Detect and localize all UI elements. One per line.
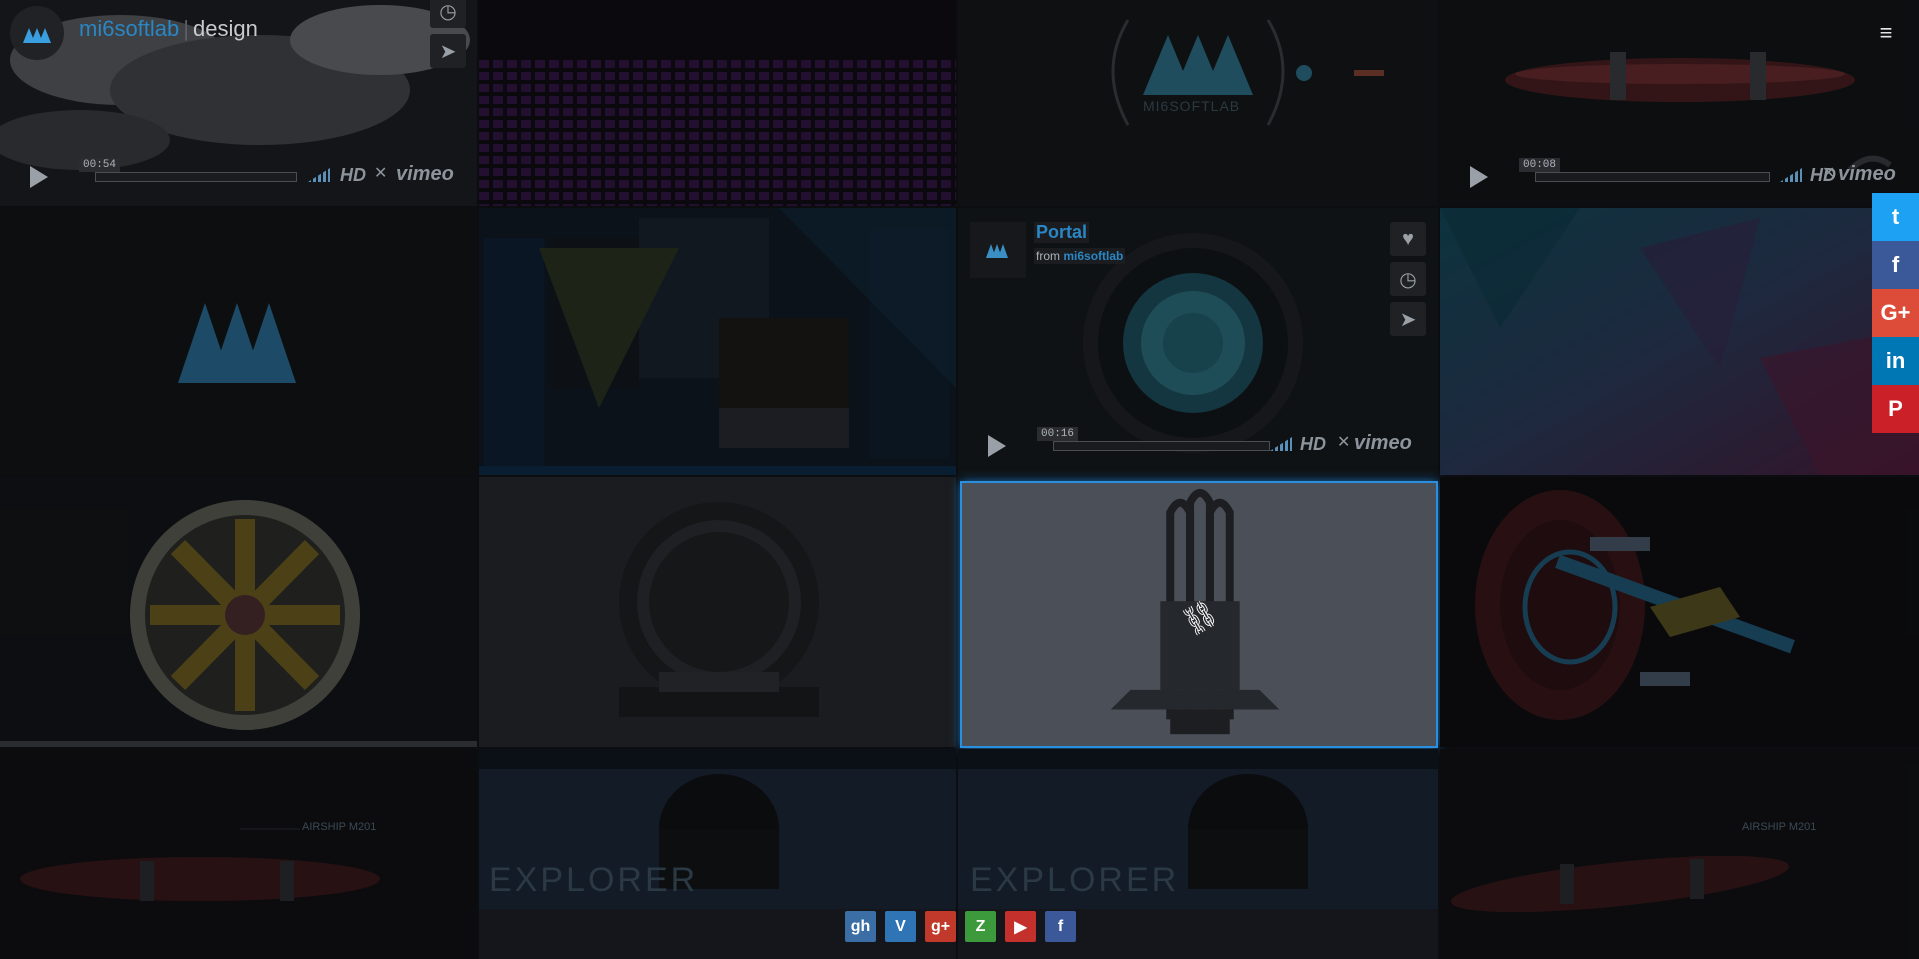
wheel-thumbnail	[0, 500, 477, 747]
play-icon-2[interactable]	[1470, 166, 1488, 188]
low-poly-thumbnail	[1440, 208, 1919, 475]
volume-icon-2[interactable]	[1780, 168, 1802, 182]
vimeo-logo[interactable]: vimeo	[396, 163, 454, 186]
airship-right-thumbnail	[1450, 855, 1790, 913]
footer-social-links: gh Vg+ Z ▶ f	[845, 911, 1076, 942]
video-tile-logo-intro[interactable]: MI6SOFTLAB	[958, 0, 1438, 206]
vimeo-logo-2[interactable]: vimeo	[1838, 163, 1896, 186]
google-plus-share-icon[interactable]: G+	[1872, 289, 1919, 337]
share-icon-2[interactable]: ➤	[1390, 302, 1426, 336]
airship-left-thumbnail	[20, 828, 380, 901]
video-byline: from mi6softlab	[1034, 248, 1126, 264]
image-tile-low-poly[interactable]	[1440, 208, 1919, 475]
from-label: from	[1036, 249, 1060, 263]
image-tile-spacecraft[interactable]	[1440, 477, 1919, 747]
portfolio-grid: 00:54 HD ✕ vimeo ◷ ➤ MI6SOFTLAB 00:08 HD…	[0, 0, 1919, 959]
image-tile-airship-left[interactable]: AIRSHIP M201	[0, 749, 477, 959]
watch-later-icon-2[interactable]: ◷	[1390, 262, 1426, 296]
fullscreen-icon[interactable]: ✕	[374, 163, 387, 183]
logo-thumbnail	[178, 303, 296, 383]
video-title[interactable]: Portal	[1034, 222, 1090, 243]
site-brand[interactable]: mi6softlab | design	[79, 16, 258, 42]
video-time: 00:54	[79, 158, 121, 172]
vimeo-icon[interactable]: V	[885, 911, 916, 942]
like-icon[interactable]: ♥	[1390, 222, 1426, 256]
video-controls: 00:54 HD ✕ vimeo	[0, 151, 477, 206]
video-tile-purple-grid[interactable]	[479, 0, 956, 206]
brand-section: design	[193, 16, 258, 41]
image-tile-airship-right[interactable]: AIRSHIP M201	[1440, 749, 1919, 959]
github-icon[interactable]: gh	[845, 911, 876, 942]
brand-separator: |	[183, 16, 189, 41]
image-tile-desktop-ui[interactable]	[479, 208, 956, 475]
play-icon[interactable]	[30, 166, 48, 188]
author-avatar[interactable]	[970, 222, 1026, 278]
volume-icon[interactable]	[308, 168, 330, 182]
video-time-2: 00:08	[1519, 158, 1561, 172]
video-controls-2: 00:08 HD ✕ vimeo	[1440, 151, 1919, 206]
image-tile-portal-frame[interactable]	[479, 477, 956, 747]
portal-frame-thumbnail	[619, 502, 819, 717]
watch-later-icon[interactable]: ◷	[430, 0, 466, 28]
explorer-label-1: EXPLORER	[489, 861, 699, 899]
model-label-2: AIRSHIP M201	[1742, 821, 1817, 833]
mi6softlab-logo-icon-header	[23, 28, 51, 43]
hd-label-3[interactable]: HD	[1300, 434, 1326, 455]
author-link[interactable]: mi6softlab	[1063, 249, 1123, 263]
video-controls-3: 00:16 HD ✕ vimeo	[958, 420, 1438, 475]
fullscreen-icon-2[interactable]: ✕	[1822, 163, 1835, 183]
progress-bar-2[interactable]	[1535, 172, 1770, 182]
play-icon-3[interactable]	[988, 435, 1006, 457]
site-logo[interactable]	[10, 6, 64, 60]
image-tile-wheel[interactable]	[0, 477, 477, 747]
youtube-icon[interactable]: ▶	[1005, 911, 1036, 942]
zerply-icon[interactable]: Z	[965, 911, 996, 942]
logo-text: MI6SOFTLAB	[1143, 98, 1241, 114]
video-tile-portal[interactable]: Portal from mi6softlab ♥ ◷ ➤ 00:16 HD ✕ …	[958, 208, 1438, 475]
desktop-ui-thumbnail	[479, 208, 956, 475]
google-plus-icon[interactable]: g+	[925, 911, 956, 942]
explorer-label-2: EXPLORER	[970, 861, 1180, 899]
hamburger-menu-icon[interactable]: ≡	[1874, 20, 1898, 46]
linkedin-share-icon[interactable]: in	[1872, 337, 1919, 385]
fullscreen-icon-3[interactable]: ✕	[1337, 432, 1350, 452]
spacecraft-thumbnail	[1475, 490, 1795, 720]
progress-bar[interactable]	[95, 172, 297, 182]
pinterest-share-icon[interactable]: P	[1872, 385, 1919, 433]
brand-name: mi6softlab	[79, 16, 180, 41]
twitter-share-icon[interactable]: t	[1872, 193, 1919, 241]
image-tile-portal-stand[interactable]: ⛓	[960, 481, 1438, 748]
vimeo-logo-3[interactable]: vimeo	[1354, 432, 1412, 455]
model-label: AIRSHIP M201	[302, 821, 377, 833]
hd-label[interactable]: HD	[340, 165, 366, 186]
facebook-share-icon[interactable]: f	[1872, 241, 1919, 289]
purple-cubes-thumbnail	[479, 0, 956, 206]
share-icon[interactable]: ➤	[430, 34, 466, 68]
mi6softlab-logo-icon	[986, 244, 1008, 258]
image-tile-logo[interactable]	[0, 208, 477, 475]
video-tile-airship-top[interactable]: 00:08 HD ✕ vimeo	[1440, 0, 1919, 206]
progress-bar-3[interactable]	[1053, 441, 1270, 451]
facebook-icon[interactable]: f	[1045, 911, 1076, 942]
volume-icon-3[interactable]	[1270, 437, 1292, 451]
video-time-3: 00:16	[1037, 427, 1079, 441]
